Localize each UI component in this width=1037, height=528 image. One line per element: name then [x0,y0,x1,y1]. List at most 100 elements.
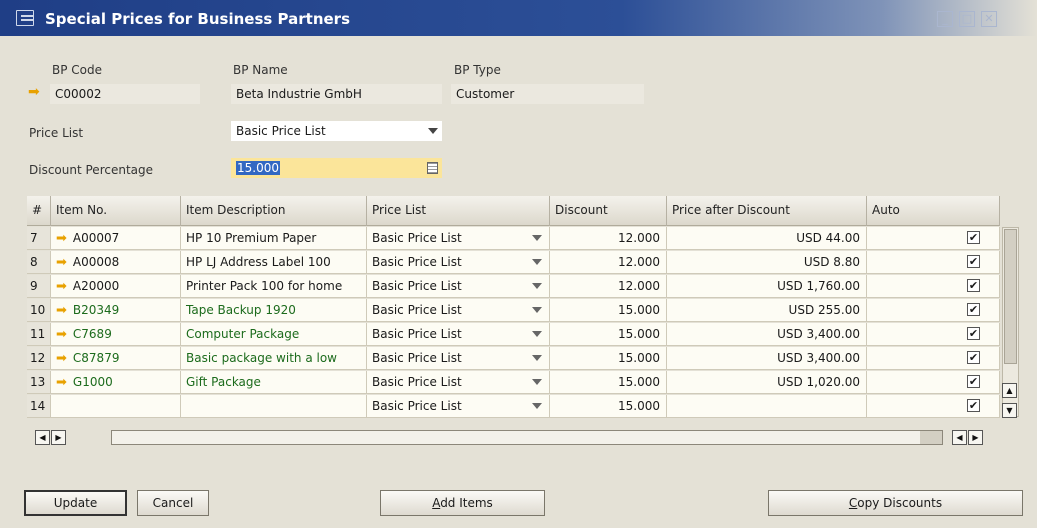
item-description-cell[interactable]: Computer Package [181,323,367,346]
table-row[interactable]: 12 ➡ C87879 Basic package with a low Basic P… [27,347,1000,370]
table-row[interactable]: 11 ➡ C7689 Computer Package Basic Price List… [27,323,1000,346]
price-after-discount-cell[interactable]: USD 8.80 [667,251,867,274]
discount-cell[interactable]: 15.000 [550,371,667,394]
copy-discounts-button[interactable]: Copy Discounts [768,490,1023,516]
link-arrow-icon[interactable]: ➡ [56,279,67,294]
col-header-auto[interactable]: Auto [867,196,1000,226]
auto-cell[interactable]: ✔ [867,395,1000,418]
add-items-button[interactable]: Add Items [380,490,545,516]
item-description-cell[interactable]: HP 10 Premium Paper [181,227,367,250]
link-arrow-icon[interactable]: ➡ [56,375,67,390]
auto-checkbox[interactable]: ✔ [967,327,980,340]
scroll-up-icon[interactable]: ▲ [1002,383,1017,398]
col-header-discount[interactable]: Discount [550,196,667,226]
scroll-down-icon[interactable]: ▼ [1002,403,1017,418]
auto-cell[interactable]: ✔ [867,371,1000,394]
auto-checkbox[interactable]: ✔ [967,303,980,316]
auto-checkbox[interactable]: ✔ [967,255,980,268]
auto-checkbox[interactable]: ✔ [967,399,980,412]
discount-cell[interactable]: 12.000 [550,227,667,250]
auto-checkbox[interactable]: ✔ [967,231,980,244]
chevron-down-icon[interactable] [532,259,542,265]
item-no-cell[interactable] [51,395,181,418]
auto-cell[interactable]: ✔ [867,299,1000,322]
item-description-cell[interactable]: HP LJ Address Label 100 [181,251,367,274]
item-description-cell[interactable]: Printer Pack 100 for home [181,275,367,298]
item-description-cell[interactable]: Gift Package [181,371,367,394]
scroll-left-icon-right[interactable]: ◀ [952,430,967,445]
bp-name-field[interactable]: Beta Industrie GmbH [231,84,442,104]
price-list-cell[interactable]: Basic Price List [367,323,550,346]
table-row[interactable]: 14 Basic Price List 15.000 ✔ [27,395,1000,418]
auto-cell[interactable]: ✔ [867,251,1000,274]
price-after-discount-cell[interactable]: USD 1,020.00 [667,371,867,394]
price-list-cell[interactable]: Basic Price List [367,299,550,322]
item-no-cell[interactable]: ➡ A20000 [51,275,181,298]
price-list-select[interactable]: Basic Price List [231,121,442,141]
price-after-discount-cell[interactable]: USD 3,400.00 [667,323,867,346]
link-arrow-icon[interactable]: ➡ [56,231,67,246]
close-icon[interactable]: ✕ [981,11,997,27]
price-list-cell[interactable]: Basic Price List [367,227,550,250]
auto-cell[interactable]: ✔ [867,227,1000,250]
discount-percentage-input[interactable]: 15.000 [231,158,442,178]
price-after-discount-cell[interactable]: USD 44.00 [667,227,867,250]
calculator-icon[interactable] [427,162,438,174]
cancel-button[interactable]: Cancel [137,490,209,516]
bp-code-field[interactable]: C00002 [50,84,200,104]
chevron-down-icon[interactable] [428,128,438,134]
discount-cell[interactable]: 12.000 [550,275,667,298]
chevron-down-icon[interactable] [532,235,542,241]
chevron-down-icon[interactable] [532,283,542,289]
auto-checkbox[interactable]: ✔ [967,375,980,388]
link-arrow-icon[interactable]: ➡ [56,303,67,318]
discount-cell[interactable]: 15.000 [550,395,667,418]
table-row[interactable]: 9 ➡ A20000 Printer Pack 100 for home Basic P… [27,275,1000,298]
bp-type-field[interactable]: Customer [451,84,644,104]
horizontal-scrollbar[interactable] [111,430,943,445]
update-button[interactable]: Update [24,490,127,516]
discount-cell[interactable]: 15.000 [550,299,667,322]
price-after-discount-cell[interactable]: USD 255.00 [667,299,867,322]
col-header-price-list[interactable]: Price List [367,196,550,226]
discount-cell[interactable]: 15.000 [550,347,667,370]
col-header-item-description[interactable]: Item Description [181,196,367,226]
link-arrow-icon[interactable]: ➡ [28,85,44,99]
table-row[interactable]: 8 ➡ A00008 HP LJ Address Label 100 Basic Pri… [27,251,1000,274]
table-row[interactable]: 13 ➡ G1000 Gift Package Basic Price List 15.0… [27,371,1000,394]
discount-cell[interactable]: 15.000 [550,323,667,346]
item-no-cell[interactable]: ➡ G1000 [51,371,181,394]
item-no-cell[interactable]: ➡ B20349 [51,299,181,322]
auto-checkbox[interactable]: ✔ [967,351,980,364]
item-description-cell[interactable] [181,395,367,418]
price-after-discount-cell[interactable] [667,395,867,418]
table-row[interactable]: 7 ➡ A00007 HP 10 Premium Paper Basic Price L… [27,227,1000,250]
maximize-icon[interactable]: □ [959,11,975,27]
auto-cell[interactable]: ✔ [867,347,1000,370]
chevron-down-icon[interactable] [532,403,542,409]
item-no-cell[interactable]: ➡ A00008 [51,251,181,274]
price-list-cell[interactable]: Basic Price List [367,371,550,394]
scroll-right-icon-right[interactable]: ▶ [968,430,983,445]
chevron-down-icon[interactable] [532,307,542,313]
scroll-right-icon[interactable]: ▶ [51,430,66,445]
price-list-cell[interactable]: Basic Price List [367,395,550,418]
discount-cell[interactable]: 12.000 [550,251,667,274]
auto-cell[interactable]: ✔ [867,323,1000,346]
scroll-left-icon[interactable]: ◀ [35,430,50,445]
link-arrow-icon[interactable]: ➡ [56,351,67,366]
link-arrow-icon[interactable]: ➡ [56,255,67,270]
chevron-down-icon[interactable] [532,355,542,361]
price-list-cell[interactable]: Basic Price List [367,251,550,274]
item-description-cell[interactable]: Tape Backup 1920 [181,299,367,322]
item-description-cell[interactable]: Basic package with a low [181,347,367,370]
scroll-thumb[interactable] [1004,229,1017,364]
auto-checkbox[interactable]: ✔ [967,279,980,292]
link-arrow-icon[interactable]: ➡ [56,327,67,342]
chevron-down-icon[interactable] [532,331,542,337]
item-no-cell[interactable]: ➡ C87879 [51,347,181,370]
col-header-number[interactable]: # [27,196,51,226]
minimize-icon[interactable]: _ [937,11,953,27]
price-after-discount-cell[interactable]: USD 3,400.00 [667,347,867,370]
chevron-down-icon[interactable] [532,379,542,385]
